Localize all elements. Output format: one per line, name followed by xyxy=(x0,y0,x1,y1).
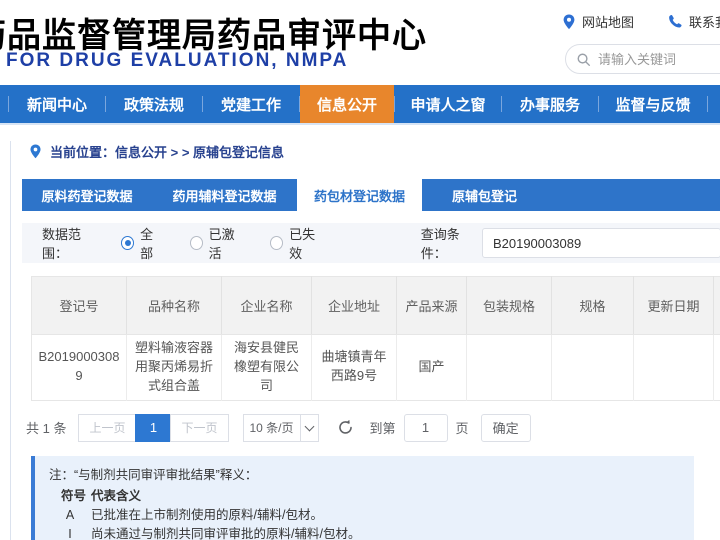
table-row[interactable]: B20190003089 塑料输液容器用聚丙烯易折式组合盖 海安县健民橡塑有限公… xyxy=(32,335,720,401)
radio-all-label: 全部 xyxy=(140,224,164,262)
query-label: 查询条件： xyxy=(421,224,482,262)
nav-item-info-disclosure[interactable]: 信息公开 xyxy=(300,85,394,123)
cell-registration-no: B20190003089 xyxy=(32,335,127,401)
note-title: 注：“与制剂共同审评审批结果”释义： xyxy=(49,465,680,485)
note-symbol: A xyxy=(49,506,91,525)
pagination-bar: 共 1 条 上一页 1 下一页 10 条/页 到第 页 确定 xyxy=(26,414,720,442)
search-input[interactable] xyxy=(598,52,720,67)
confirm-button[interactable]: 确定 xyxy=(481,414,531,442)
goto-page-input[interactable] xyxy=(404,414,448,442)
page-number-1[interactable]: 1 xyxy=(135,414,171,442)
site-search[interactable] xyxy=(565,44,720,74)
nav-item-news[interactable]: 新闻中心 xyxy=(9,85,105,123)
page-size-select[interactable]: 10 条/页 xyxy=(243,414,319,442)
col-package-spec: 包装规格 xyxy=(467,277,552,335)
scope-label: 数据范围： xyxy=(42,224,103,262)
radio-activated[interactable]: 已激活 xyxy=(190,224,245,262)
total-count: 共 1 条 xyxy=(26,418,66,437)
col-update-date: 更新日期 xyxy=(634,277,714,335)
goto-page-label: 到第 xyxy=(370,418,396,437)
contact-link-label: 联系我们 xyxy=(689,12,720,31)
sitemap-link[interactable]: 网站地图 xyxy=(562,12,634,31)
refresh-icon[interactable] xyxy=(337,419,354,436)
tab-excipient-registration[interactable]: 药用辅料登记数据 xyxy=(152,179,297,211)
goto-page-suffix: 页 xyxy=(456,418,469,437)
next-page-button[interactable]: 下一页 xyxy=(170,414,228,442)
header-links: 网站地图 联系我们 xyxy=(562,12,720,31)
search-icon xyxy=(576,52,591,67)
chevron-down-icon xyxy=(300,415,318,441)
radio-activated-label: 已激活 xyxy=(209,224,245,262)
cell-clipped xyxy=(714,335,720,401)
breadcrumb: 当前位置：信息公开 > > 原辅包登记信息 xyxy=(22,141,720,161)
cell-spec xyxy=(552,335,634,401)
location-pin-icon xyxy=(29,144,42,159)
cell-product-name: 塑料输液容器用聚丙烯易折式组合盖 xyxy=(127,335,222,401)
filter-bar: 数据范围： 全部 已激活 已失效 查询条件： xyxy=(22,223,720,263)
cell-company-name: 海安县健民橡塑有限公司 xyxy=(222,335,312,401)
radio-dot xyxy=(121,236,134,250)
cell-package-spec xyxy=(467,335,552,401)
radio-all[interactable]: 全部 xyxy=(121,224,164,262)
breadcrumb-text: 当前位置：信息公开 > > 原辅包登记信息 xyxy=(50,142,284,161)
col-registration-no: 登记号 xyxy=(32,277,127,335)
nav-item-policy[interactable]: 政策法规 xyxy=(106,85,202,123)
nav-item-applicant-window[interactable]: 申请人之窗 xyxy=(395,85,501,123)
col-product-name: 品种名称 xyxy=(127,277,222,335)
cell-company-address: 曲塘镇青年西路9号 xyxy=(312,335,397,401)
location-pin-icon xyxy=(562,14,576,30)
page-size-value: 10 条/页 xyxy=(244,419,300,436)
prev-page-button[interactable]: 上一页 xyxy=(78,414,136,442)
radio-dot xyxy=(190,236,203,250)
note-symbol: I xyxy=(49,525,91,540)
radio-expired-label: 已失效 xyxy=(289,224,325,262)
col-product-origin: 产品来源 xyxy=(397,277,467,335)
tab-packaging-registration[interactable]: 药包材登记数据 xyxy=(297,179,422,211)
nav-item-supervision-feedback[interactable]: 监督与反馈 xyxy=(599,85,707,123)
tab-api-registration[interactable]: 原料药登记数据 xyxy=(22,179,152,211)
contact-link[interactable]: 联系我们 xyxy=(668,12,720,31)
col-clipped xyxy=(714,277,720,335)
col-company-address: 企业地址 xyxy=(312,277,397,335)
cell-update-date xyxy=(634,335,714,401)
data-tabs: 原料药登记数据 药用辅料登记数据 药包材登记数据 原辅包登记 xyxy=(22,179,720,211)
site-title-english: FOR DRUG EVALUATION, NMPA xyxy=(6,50,348,72)
col-company-name: 企业名称 xyxy=(222,277,312,335)
scope-radio-group: 全部 已激活 已失效 xyxy=(121,224,325,262)
note-meaning: 尚未通过与制剂共同审评审批的原料/辅料/包材。 xyxy=(91,525,680,540)
sitemap-link-label: 网站地图 xyxy=(582,12,634,31)
tab-raw-aux-pack[interactable]: 原辅包登记 xyxy=(422,179,547,211)
cell-product-origin: 国产 xyxy=(397,335,467,401)
note-row-i: I 尚未通过与制剂共同审评审批的原料/辅料/包材。 xyxy=(49,525,680,540)
table-header-row: 登记号 品种名称 企业名称 企业地址 产品来源 包装规格 规格 更新日期 xyxy=(32,277,720,335)
phone-icon xyxy=(668,14,683,29)
note-meaning: 已批准在上市制剂使用的原料/辅料/包材。 xyxy=(91,506,680,525)
results-table: 登记号 品种名称 企业名称 企业地址 产品来源 包装规格 规格 更新日期 B20… xyxy=(31,276,720,401)
note-row-a: A 已批准在上市制剂使用的原料/辅料/包材。 xyxy=(49,506,680,525)
query-input[interactable] xyxy=(482,228,720,258)
note-col-symbol: 符号 xyxy=(49,487,91,506)
site-header: 药品监督管理局药品审评中心 FOR DRUG EVALUATION, NMPA … xyxy=(0,0,720,85)
note-col-meaning: 代表含义 xyxy=(91,487,680,506)
main-nav: 新闻中心 政策法规 党建工作 信息公开 申请人之窗 办事服务 监督与反馈 xyxy=(0,85,720,125)
content-container: 当前位置：信息公开 > > 原辅包登记信息 原料药登记数据 药用辅料登记数据 药… xyxy=(10,141,720,540)
note-header-row: 符号 代表含义 xyxy=(49,487,680,506)
note-box: 注：“与制剂共同审评审批结果”释义： 符号 代表含义 A 已批准在上市制剂使用的… xyxy=(31,456,694,540)
nav-item-party[interactable]: 党建工作 xyxy=(203,85,299,123)
col-spec: 规格 xyxy=(552,277,634,335)
nav-divider xyxy=(707,96,708,112)
radio-dot xyxy=(270,236,283,250)
nav-item-services[interactable]: 办事服务 xyxy=(502,85,598,123)
radio-expired[interactable]: 已失效 xyxy=(270,224,325,262)
